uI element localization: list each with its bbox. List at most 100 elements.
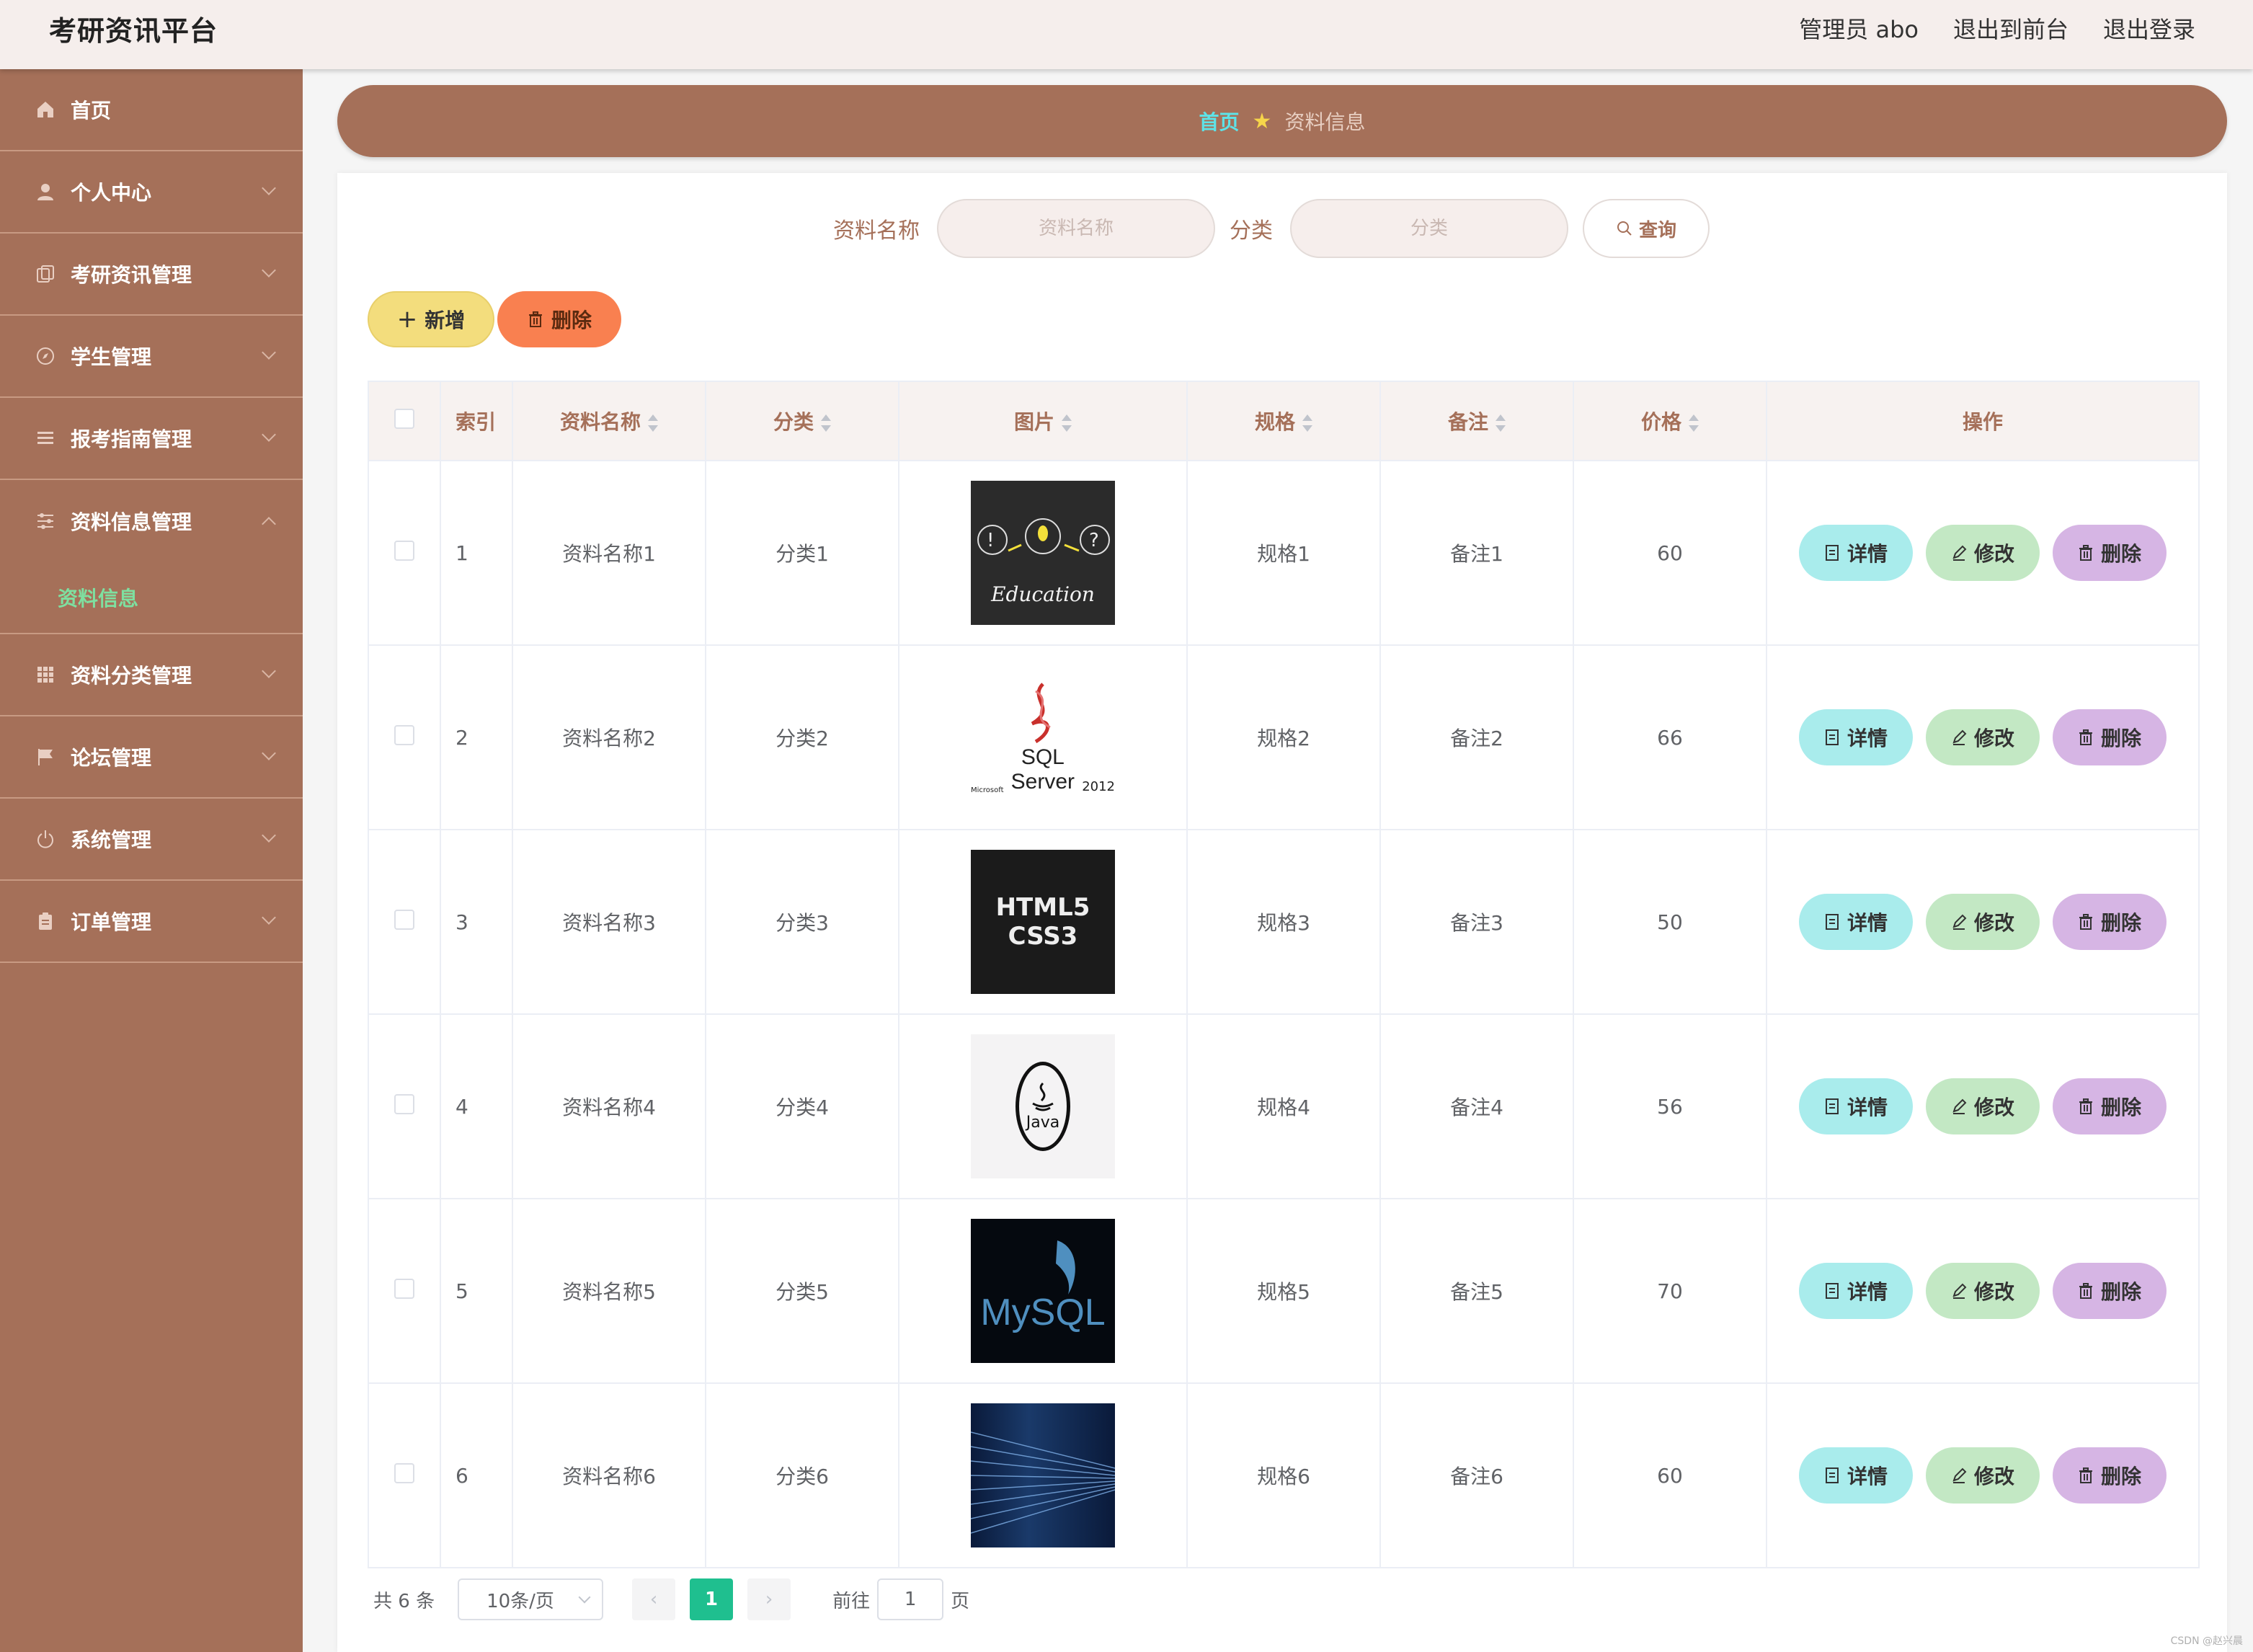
sidebar-item-orders[interactable]: 订单管理 xyxy=(0,881,303,963)
goto-page-input[interactable] xyxy=(877,1578,944,1620)
breadcrumb-home[interactable]: 首页 xyxy=(1199,107,1240,136)
sidebar-subitem-material-info[interactable]: 资料信息 xyxy=(0,562,303,634)
delete-button-label: 删除 xyxy=(2100,1280,2141,1304)
detail-button[interactable]: 详情 xyxy=(1799,525,1913,581)
page-number-1[interactable]: 1 xyxy=(690,1578,734,1620)
sidebar-item-profile[interactable]: 个人中心 xyxy=(0,151,303,234)
sidebar-item-label: 个人中心 xyxy=(71,181,152,205)
detail-button[interactable]: 详情 xyxy=(1799,1263,1913,1319)
admin-user-label[interactable]: 管理员 abo xyxy=(1799,12,1919,45)
row-category: 分类2 xyxy=(705,644,899,830)
batch-delete-button[interactable]: 删除 xyxy=(497,291,621,347)
sidebar-item-material-info[interactable]: 资料信息管理 xyxy=(0,480,303,562)
sidebar-item-students[interactable]: 学生管理 xyxy=(0,316,303,398)
sidebar-item-system[interactable]: 系统管理 xyxy=(0,799,303,881)
chevron-down-icon xyxy=(262,345,276,360)
image-caption-small: Microsoft xyxy=(971,786,1004,794)
detail-button[interactable]: 详情 xyxy=(1799,1078,1913,1134)
edit-button[interactable]: 修改 xyxy=(1926,1263,2040,1319)
header-actions: 操作 xyxy=(1766,381,2200,461)
image-caption: SQL Server xyxy=(1010,745,1075,794)
header-spec-label: 规格 xyxy=(1254,410,1295,434)
row-checkbox[interactable] xyxy=(394,540,414,561)
select-all-checkbox[interactable] xyxy=(394,408,414,429)
sort-icon[interactable] xyxy=(1496,413,1506,433)
sort-icon[interactable] xyxy=(821,413,831,433)
search-icon xyxy=(1617,221,1632,236)
row-checkbox[interactable] xyxy=(394,724,414,745)
batch-delete-label: 删除 xyxy=(551,308,592,332)
row-spec: 规格3 xyxy=(1186,829,1381,1015)
header-spec[interactable]: 规格 xyxy=(1186,381,1381,461)
row-name: 资料名称2 xyxy=(512,644,706,830)
row-checkbox[interactable] xyxy=(394,909,414,930)
next-page-button[interactable]: › xyxy=(747,1578,791,1620)
header-name[interactable]: 资料名称 xyxy=(512,381,706,461)
delete-button[interactable]: 删除 xyxy=(2053,709,2167,765)
edit-button[interactable]: 修改 xyxy=(1926,709,2040,765)
trash-icon xyxy=(2079,729,2092,745)
plus-icon: + xyxy=(396,305,418,334)
row-select-cell xyxy=(368,829,441,1015)
edit-button-label: 修改 xyxy=(1973,1280,2014,1304)
edit-button-label: 修改 xyxy=(1973,727,2014,750)
header-price[interactable]: 价格 xyxy=(1573,381,1767,461)
sidebar-item-news[interactable]: 考研资讯管理 xyxy=(0,234,303,316)
header-image[interactable]: 图片 xyxy=(898,381,1188,461)
chevron-left-icon: ‹ xyxy=(649,1589,658,1610)
row-price: 56 xyxy=(1573,1013,1767,1199)
edit-button[interactable]: 修改 xyxy=(1926,894,2040,950)
delete-button[interactable]: 删除 xyxy=(2053,1447,2167,1504)
delete-button[interactable]: 删除 xyxy=(2053,894,2167,950)
delete-button[interactable]: 删除 xyxy=(2053,1078,2167,1134)
name-search-input[interactable] xyxy=(937,199,1215,258)
sidebar-item-guide[interactable]: 报考指南管理 xyxy=(0,398,303,480)
prev-page-button[interactable]: ‹ xyxy=(632,1578,676,1620)
top-header: 考研资讯平台 管理员 abo 退出到前台 退出登录 xyxy=(0,0,2253,69)
edit-button[interactable]: 修改 xyxy=(1926,525,2040,581)
table-row: 4 资料名称4 分类4 Java 规格4 备注4 56 详情 修改 删除 xyxy=(368,1013,2200,1199)
row-image xyxy=(898,1382,1188,1568)
add-button[interactable]: + 新增 xyxy=(368,291,494,347)
row-checkbox[interactable] xyxy=(394,1462,414,1483)
row-remark: 备注1 xyxy=(1379,460,1574,646)
row-category: 分类5 xyxy=(705,1198,899,1384)
sort-icon[interactable] xyxy=(1689,413,1699,433)
sort-icon[interactable] xyxy=(1062,413,1072,433)
name-search-label: 资料名称 xyxy=(833,218,920,244)
select-all-cell xyxy=(368,381,441,461)
delete-button-label: 删除 xyxy=(2100,1096,2141,1119)
pencil-icon xyxy=(1952,1467,1967,1483)
sidebar-item-forum[interactable]: 论坛管理 xyxy=(0,716,303,799)
delete-button[interactable]: 删除 xyxy=(2053,525,2167,581)
edit-button[interactable]: 修改 xyxy=(1926,1078,2040,1134)
sort-icon[interactable] xyxy=(648,413,658,433)
chevron-down-icon xyxy=(262,427,276,442)
detail-button[interactable]: 详情 xyxy=(1799,709,1913,765)
row-actions: 详情 修改 删除 xyxy=(1766,1198,2200,1384)
page-size-select[interactable]: 10条/页 xyxy=(458,1578,604,1620)
row-checkbox[interactable] xyxy=(394,1278,414,1299)
detail-button[interactable]: 详情 xyxy=(1799,1447,1913,1504)
header-category[interactable]: 分类 xyxy=(705,381,899,461)
list-icon xyxy=(35,427,56,449)
category-search-input[interactable] xyxy=(1290,199,1568,258)
sidebar-item-home[interactable]: 首页 xyxy=(0,69,303,151)
detail-button[interactable]: 详情 xyxy=(1799,894,1913,950)
table-row: 5 资料名称5 分类5 MySQL 规格5 备注5 70 详情 修改 删除 xyxy=(368,1198,2200,1384)
sidebar-item-material-category[interactable]: 资料分类管理 xyxy=(0,634,303,716)
exit-to-frontend-link[interactable]: 退出到前台 xyxy=(1953,12,2068,45)
sort-icon[interactable] xyxy=(1302,413,1312,433)
row-spec: 规格5 xyxy=(1186,1198,1381,1384)
header-image-label: 图片 xyxy=(1013,410,1054,434)
header-remark[interactable]: 备注 xyxy=(1379,381,1574,461)
row-checkbox[interactable] xyxy=(394,1093,414,1114)
query-button[interactable]: 查询 xyxy=(1583,199,1710,258)
trash-icon xyxy=(2079,1467,2092,1483)
edit-button[interactable]: 修改 xyxy=(1926,1447,2040,1504)
logout-link[interactable]: 退出登录 xyxy=(2103,12,2195,45)
delete-button[interactable]: 删除 xyxy=(2053,1263,2167,1319)
chevron-down-icon xyxy=(262,664,276,678)
flag-icon xyxy=(35,746,56,768)
row-category: 分类1 xyxy=(705,460,899,646)
